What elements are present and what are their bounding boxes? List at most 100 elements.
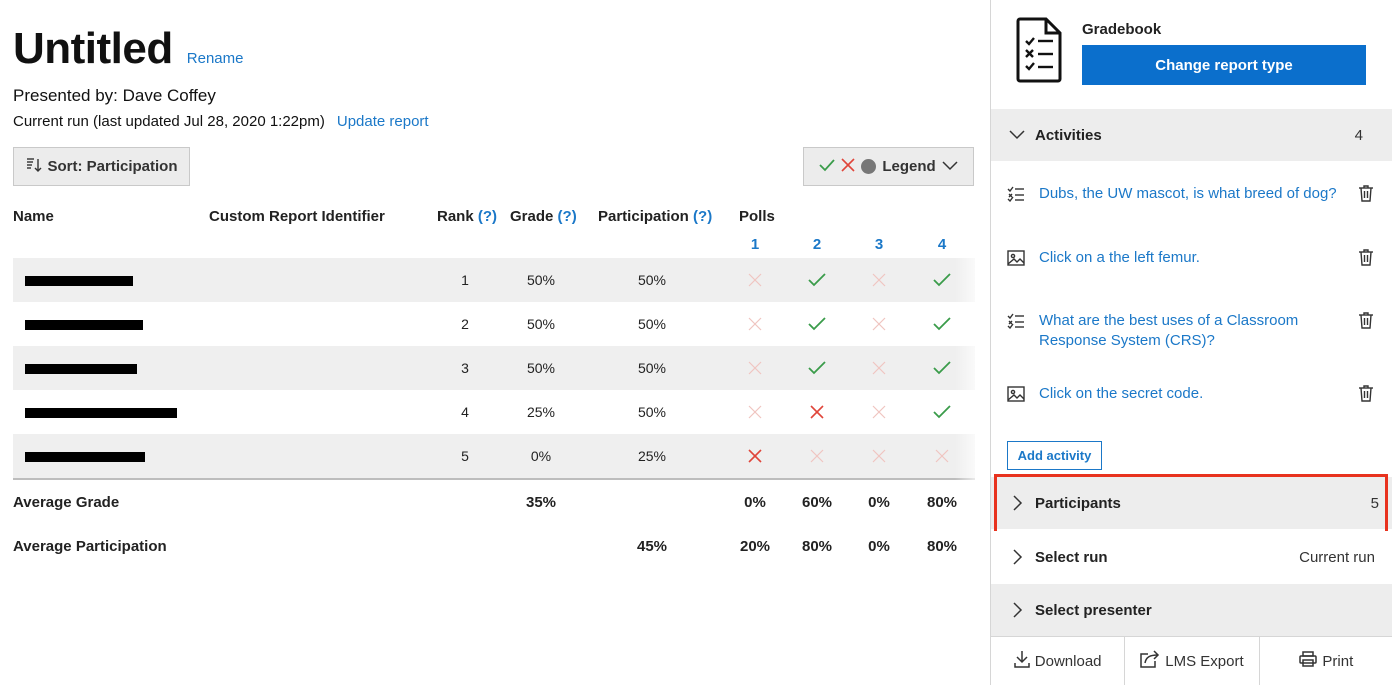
- poll-1-link[interactable]: 1: [740, 236, 770, 253]
- average-grade-poll-1: 0%: [744, 494, 766, 511]
- chevron-right-icon: [1009, 549, 1025, 570]
- select-presenter-label: Select presenter: [1035, 601, 1152, 619]
- x-icon: [841, 157, 855, 176]
- header-rank[interactable]: Rank (?): [437, 208, 497, 225]
- chevron-down-icon: [1009, 127, 1025, 148]
- download-label: Download: [1034, 652, 1102, 670]
- sort-button[interactable]: Sort: Participation: [13, 147, 190, 186]
- average-participation-poll-2: 80%: [801, 538, 833, 555]
- select-presenter-section-header[interactable]: Select presenter: [991, 584, 1392, 636]
- list-icon: [1007, 186, 1025, 207]
- panel-footer: Download LMS Export Print: [991, 636, 1392, 685]
- poll-4-link[interactable]: 4: [927, 236, 957, 253]
- absent-x-icon: [927, 434, 957, 478]
- rank-help-link[interactable]: (?): [478, 208, 497, 225]
- student-name-link[interactable]: [25, 390, 185, 434]
- rename-link[interactable]: Rename: [187, 50, 244, 67]
- average-grade-poll-2: 60%: [801, 494, 833, 511]
- rank-cell: 4: [461, 404, 469, 420]
- x-icon: [740, 434, 770, 478]
- select-run-label: Select run: [1035, 548, 1108, 566]
- average-grade-label: Average Grade: [13, 494, 120, 511]
- participation-cell: 50%: [637, 404, 667, 420]
- header-name[interactable]: Name: [13, 208, 54, 225]
- absent-x-icon: [864, 302, 894, 346]
- select-run-section-header[interactable]: Select run Current run: [991, 531, 1392, 583]
- average-grade-value: 35%: [525, 494, 557, 511]
- check-icon: [819, 158, 835, 176]
- student-name-link[interactable]: [25, 346, 185, 390]
- grade-cell: 50%: [526, 272, 556, 288]
- sort-icon: [25, 157, 43, 177]
- grade-cell: 50%: [526, 316, 556, 332]
- table-row: 1 50% 50%: [13, 258, 975, 302]
- redaction-bar: [25, 408, 177, 419]
- activities-count: 4: [1354, 126, 1363, 144]
- table-row: 2 50% 50%: [13, 302, 975, 346]
- absent-x-icon: [740, 390, 770, 434]
- trash-icon[interactable]: [1358, 384, 1374, 407]
- image-icon: [1007, 250, 1025, 271]
- participation-cell: 50%: [637, 316, 667, 332]
- change-report-type-button[interactable]: Change report type: [1082, 45, 1366, 85]
- table-divider: [13, 478, 975, 480]
- redaction-bar: [25, 452, 145, 463]
- student-name-link[interactable]: [25, 302, 185, 346]
- gradebook-icon: [1016, 17, 1062, 88]
- lms-export-label: LMS Export: [1165, 652, 1244, 670]
- student-name-link[interactable]: [25, 258, 185, 302]
- check-icon: [927, 346, 957, 390]
- legend-label: Legend: [882, 158, 936, 175]
- trash-icon[interactable]: [1358, 184, 1374, 207]
- rank-cell: 5: [461, 448, 469, 464]
- download-button[interactable]: Download: [991, 637, 1124, 685]
- header-polls: Polls: [739, 208, 775, 225]
- student-name-link[interactable]: [25, 434, 185, 478]
- activity-link[interactable]: Click on the secret code.: [1039, 384, 1339, 404]
- average-participation-value: 45%: [636, 538, 668, 555]
- header-participation[interactable]: Participation (?): [598, 208, 712, 225]
- print-button[interactable]: Print: [1258, 637, 1392, 685]
- circle-icon: [861, 159, 877, 174]
- printer-icon: [1299, 651, 1318, 671]
- header-custom-id[interactable]: Custom Report Identifier: [209, 208, 385, 225]
- activities-label: Activities: [1035, 126, 1102, 144]
- lms-export-button[interactable]: LMS Export: [1124, 637, 1258, 685]
- image-icon: [1007, 386, 1025, 407]
- activity-link[interactable]: Dubs, the UW mascot, is what breed of do…: [1039, 184, 1339, 204]
- participation-cell: 50%: [637, 360, 667, 376]
- redaction-bar: [25, 320, 143, 331]
- header-grade[interactable]: Grade (?): [510, 208, 577, 225]
- check-icon: [802, 302, 832, 346]
- add-activity-button[interactable]: Add activity: [1007, 441, 1102, 470]
- side-panel: Gradebook Change report type Activities …: [990, 0, 1392, 685]
- export-icon: [1140, 650, 1160, 672]
- check-icon: [927, 258, 957, 302]
- update-report-link[interactable]: Update report: [337, 113, 429, 130]
- grade-cell: 50%: [526, 360, 556, 376]
- legend-button[interactable]: Legend: [803, 147, 974, 186]
- participants-label: Participants: [1035, 494, 1121, 512]
- trash-icon[interactable]: [1358, 311, 1374, 334]
- activities-section-header[interactable]: Activities 4: [991, 109, 1392, 161]
- check-icon: [802, 346, 832, 390]
- report-title: Untitled: [13, 24, 173, 73]
- absent-x-icon: [802, 434, 832, 478]
- absent-x-icon: [740, 302, 770, 346]
- x-icon: [802, 390, 832, 434]
- absent-x-icon: [864, 390, 894, 434]
- poll-2-link[interactable]: 2: [802, 236, 832, 253]
- trash-icon[interactable]: [1358, 248, 1374, 271]
- chevron-down-icon: [942, 158, 958, 175]
- activity-link[interactable]: Click on a the left femur.: [1039, 248, 1339, 268]
- average-participation-label: Average Participation: [13, 538, 167, 555]
- check-icon: [927, 390, 957, 434]
- redaction-bar: [25, 276, 133, 287]
- participants-section-header[interactable]: Participants 5: [991, 477, 1392, 529]
- absent-x-icon: [740, 258, 770, 302]
- activity-link[interactable]: What are the best uses of a Classroom Re…: [1039, 311, 1339, 351]
- grade-help-link[interactable]: (?): [558, 208, 577, 225]
- chevron-right-icon: [1009, 495, 1025, 516]
- poll-3-link[interactable]: 3: [864, 236, 894, 253]
- participation-help-link[interactable]: (?): [693, 208, 712, 225]
